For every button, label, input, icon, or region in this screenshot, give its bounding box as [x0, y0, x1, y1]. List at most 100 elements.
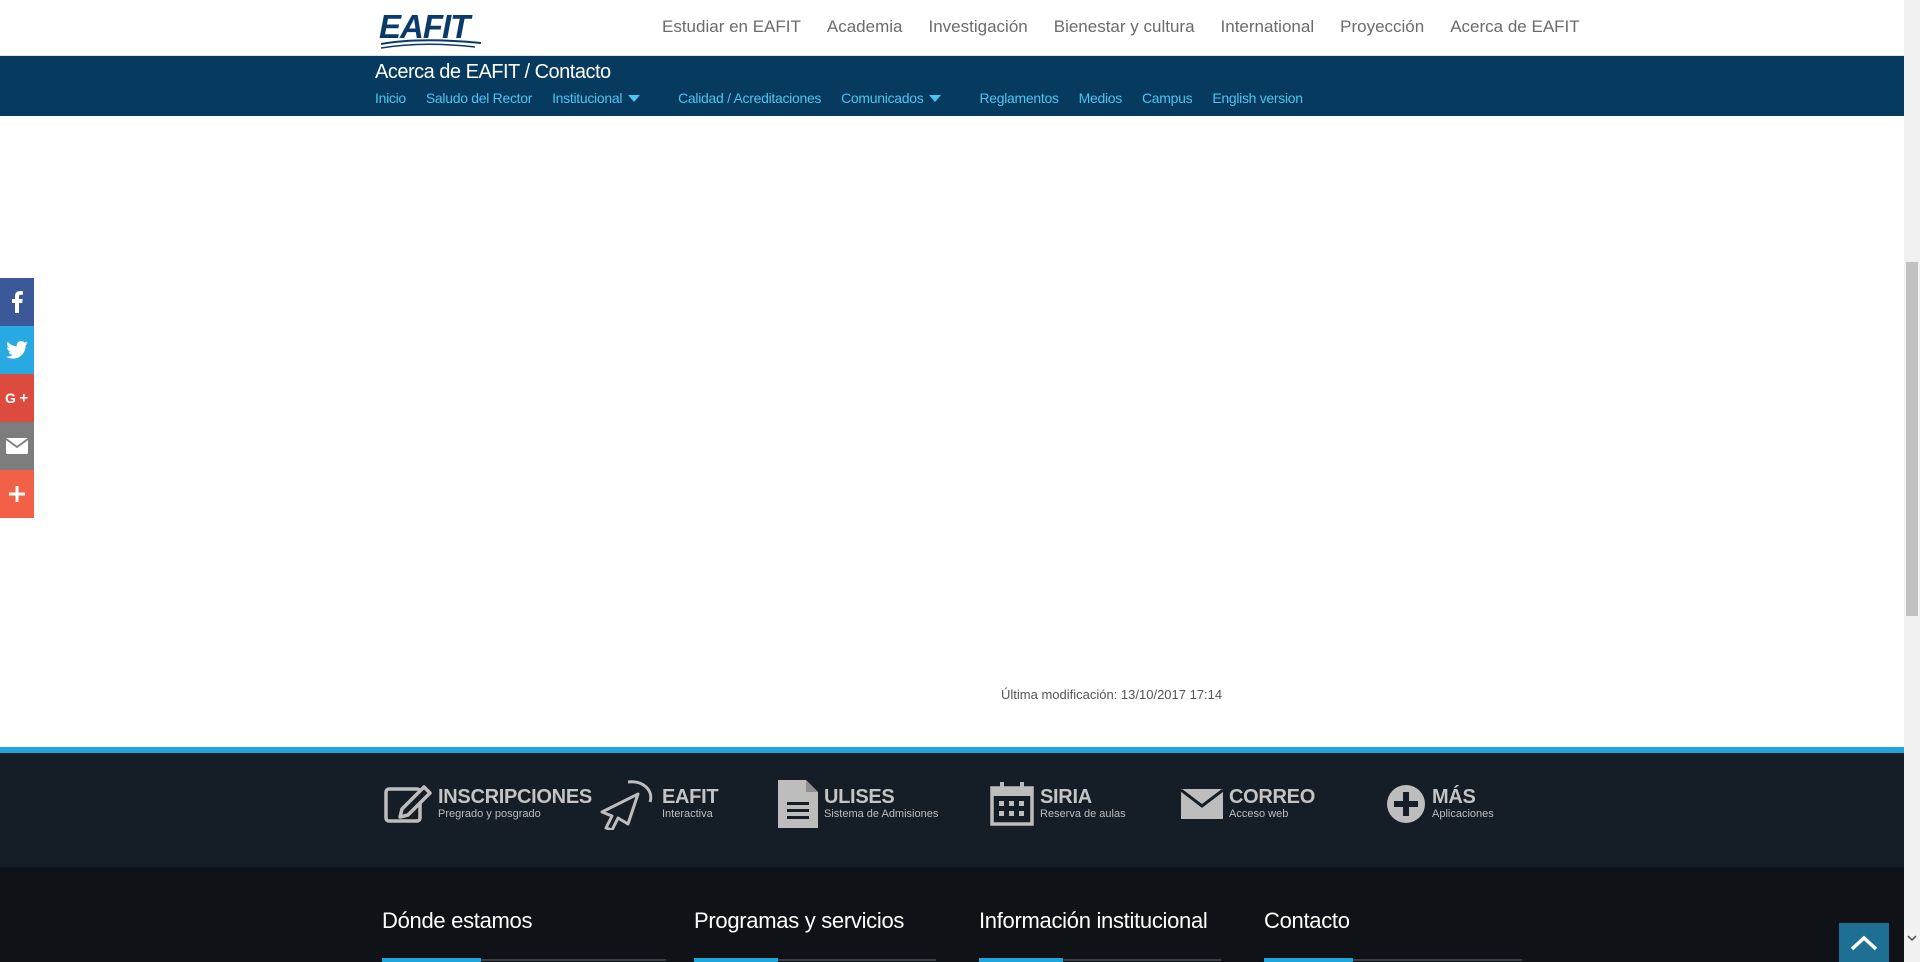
footer-column-donde-estamos: Dónde estamos	[382, 908, 532, 934]
app-text: SIRIA Reserva de aulas	[1040, 787, 1126, 821]
app-subtitle: Reserva de aulas	[1040, 808, 1126, 820]
svg-text:G: G	[5, 390, 16, 406]
vertical-scrollbar[interactable]	[1904, 0, 1920, 962]
footer-column-programas: Programas y servicios	[694, 908, 904, 934]
app-title: ULISES	[824, 786, 895, 808]
scrollbar-thumb[interactable]	[1906, 262, 1918, 616]
section-subnav: Inicio Saludo del Rector Institucional C…	[375, 90, 1323, 106]
app-subtitle: Sistema de Admisiones	[824, 808, 939, 820]
subnav-english[interactable]: English version	[1212, 90, 1303, 106]
footer-column-title: Contacto	[1264, 908, 1350, 933]
email-share-button[interactable]	[0, 422, 34, 470]
footer-column-title: Programas y servicios	[694, 908, 905, 933]
site-footer: Dónde estamos Programas y servicios Info…	[0, 867, 1904, 962]
email-icon	[6, 438, 28, 454]
app-title: EAFIT	[662, 786, 719, 808]
app-text: EAFIT Interactiva	[662, 786, 719, 821]
nav-acerca[interactable]: Acerca de EAFIT	[1450, 17, 1579, 37]
footer-rule-accent	[1264, 958, 1353, 962]
footer-rule	[979, 958, 1221, 962]
nav-investigacion[interactable]: Investigación	[929, 17, 1028, 37]
app-inscripciones[interactable]: INSCRIPCIONES Pregrado y posgrado	[384, 779, 592, 829]
plus-circle-icon	[1386, 784, 1426, 824]
nav-estudiar[interactable]: Estudiar en EAFIT	[662, 17, 801, 37]
footer-column-title: Dónde estamos	[382, 908, 533, 933]
footer-rule-accent	[382, 958, 481, 962]
calendar-icon	[990, 782, 1034, 826]
subnav-inicio[interactable]: Inicio	[375, 90, 406, 106]
google-plus-icon: G	[5, 390, 28, 406]
nav-proyeccion[interactable]: Proyección	[1340, 17, 1424, 37]
app-text: ULISES Sistema de Admisiones	[824, 787, 938, 821]
footer-rule	[382, 958, 666, 962]
footer-rule-accent	[979, 958, 1063, 962]
subnav-comunicados[interactable]: Comunicados	[841, 90, 959, 106]
app-subtitle: Aplicaciones	[1432, 808, 1494, 820]
app-text: INSCRIPCIONES Pregrado y posgrado	[438, 787, 592, 821]
back-to-top-button[interactable]	[1839, 923, 1889, 962]
subnav-institucional[interactable]: Institucional	[552, 90, 658, 106]
footer-rule	[694, 958, 936, 962]
last-modified-text: Última modificación: 13/10/2017 17:14	[1001, 687, 1223, 702]
subnav-label: Institucional	[552, 90, 623, 106]
document-icon	[778, 780, 818, 828]
twitter-share-button[interactable]	[0, 326, 34, 374]
section-title: Acerca de EAFIT / Contacto	[375, 61, 611, 83]
edit-icon	[384, 783, 432, 825]
app-text: MÁS Aplicaciones	[1432, 787, 1494, 821]
cursor-icon	[598, 778, 656, 830]
scroll-up-arrow[interactable]	[1904, 0, 1920, 16]
footer-column-contacto: Contacto	[1264, 908, 1350, 934]
caret-down-icon	[628, 94, 641, 102]
app-eafit-interactiva[interactable]: EAFIT Interactiva	[598, 778, 719, 830]
app-subtitle: Acceso web	[1229, 808, 1289, 820]
app-title: INSCRIPCIONES	[438, 786, 592, 808]
page: EAFIT Estudiar en EAFIT Academia Investi…	[0, 0, 1920, 962]
app-title: MÁS	[1432, 786, 1476, 808]
subnav-reglamentos[interactable]: Reglamentos	[979, 90, 1059, 106]
logo-swoosh-icon	[380, 39, 482, 49]
facebook-share-button[interactable]	[0, 278, 34, 326]
subnav-label: Saludo del Rector	[425, 90, 533, 106]
eafit-logo[interactable]: EAFIT	[379, 10, 483, 49]
app-title: SIRIA	[1040, 786, 1092, 808]
nav-bienestar[interactable]: Bienestar y cultura	[1054, 17, 1195, 37]
main-nav: Estudiar en EAFIT Academia Investigación…	[662, 17, 1580, 37]
subnav-campus[interactable]: Campus	[1141, 90, 1193, 106]
app-subtitle: Pregrado y posgrado	[438, 808, 541, 820]
app-text: CORREO Acceso web	[1229, 787, 1315, 821]
subnav-calidad[interactable]: Calidad / Acreditaciones	[678, 90, 821, 106]
scroll-down-arrow[interactable]	[1904, 930, 1920, 946]
apps-bar: INSCRIPCIONES Pregrado y posgrado EAFIT …	[0, 747, 1904, 867]
google-plus-share-button[interactable]: G	[0, 374, 34, 422]
app-title: CORREO	[1229, 786, 1315, 808]
subnav-label: Campus	[1141, 90, 1193, 106]
subnav-label: English version	[1212, 90, 1303, 106]
caret-down-icon	[929, 94, 942, 102]
app-siria[interactable]: SIRIA Reserva de aulas	[990, 779, 1126, 829]
footer-rule-accent	[694, 958, 778, 962]
footer-rule	[1264, 958, 1522, 962]
nav-international[interactable]: International	[1221, 17, 1315, 37]
app-correo[interactable]: CORREO Acceso web	[1181, 779, 1315, 829]
subnav-label: Comunicados	[841, 90, 924, 106]
subnav-label: Inicio	[375, 90, 406, 106]
app-ulises[interactable]: ULISES Sistema de Admisiones	[778, 779, 938, 829]
nav-academia[interactable]: Academia	[827, 17, 903, 37]
subnav-saludo-rector[interactable]: Saludo del Rector	[425, 90, 533, 106]
facebook-icon	[12, 291, 23, 313]
site-header: EAFIT Estudiar en EAFIT Academia Investi…	[0, 0, 1904, 56]
envelope-icon	[1181, 789, 1223, 819]
app-mas[interactable]: MÁS Aplicaciones	[1386, 779, 1494, 829]
subnav-label: Medios	[1078, 90, 1123, 106]
twitter-icon	[6, 341, 28, 359]
subnav-medios[interactable]: Medios	[1078, 90, 1123, 106]
section-bar: Acerca de EAFIT / Contacto Inicio Saludo…	[0, 56, 1904, 116]
app-subtitle: Interactiva	[662, 808, 713, 820]
social-share-bar: G	[0, 278, 34, 518]
chevron-up-icon	[1850, 935, 1878, 950]
more-share-button[interactable]	[0, 470, 34, 518]
chevron-down-icon	[1907, 935, 1917, 941]
plus-icon	[9, 486, 25, 502]
subnav-label: Reglamentos	[979, 90, 1059, 106]
